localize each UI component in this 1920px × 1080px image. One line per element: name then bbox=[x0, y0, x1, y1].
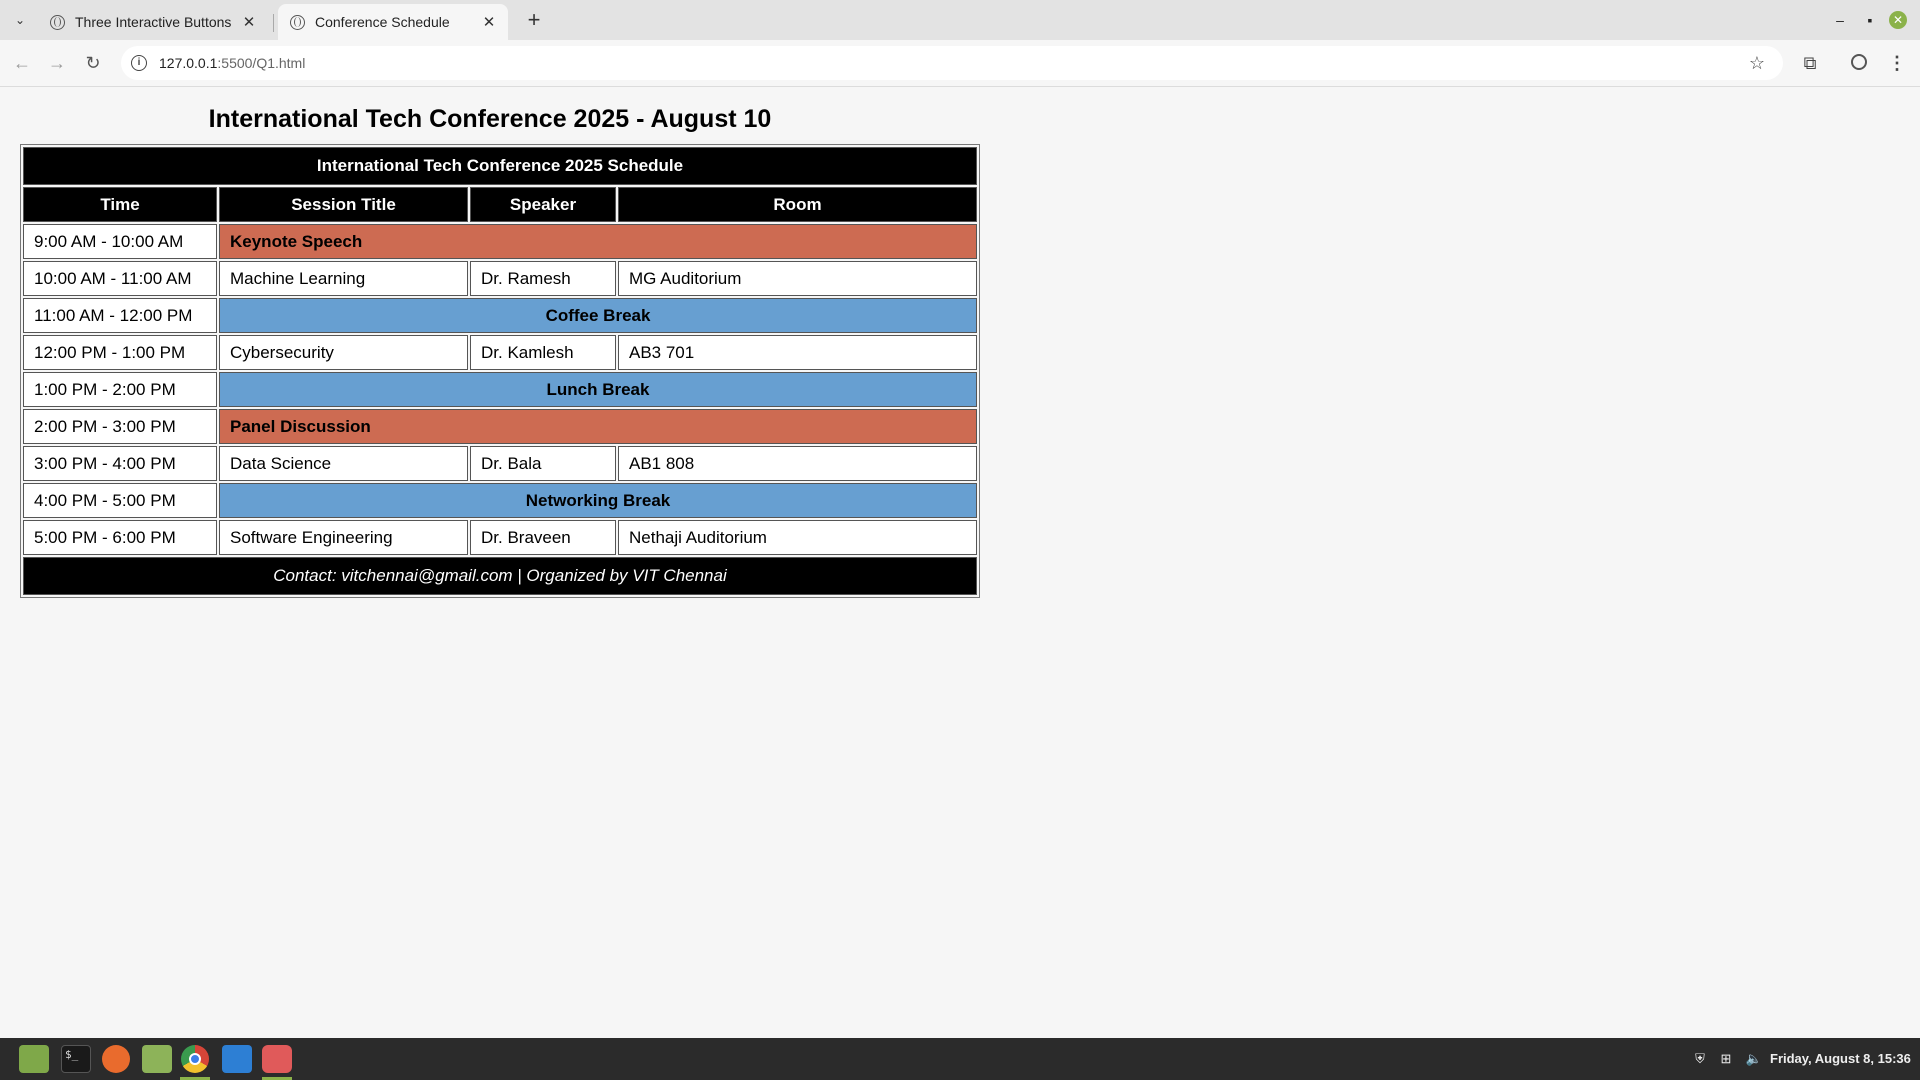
header-speaker: Speaker bbox=[470, 187, 616, 222]
window-close-icon[interactable]: ✕ bbox=[1889, 11, 1907, 29]
table-row: 5:00 PM - 6:00 PM Software Engineering D… bbox=[23, 520, 977, 555]
table-row: 9:00 AM - 10:00 AM Keynote Speech bbox=[23, 224, 977, 259]
os-taskbar: $_ ⛨ ⊞ 🔈 Friday, August 8, 15:36 bbox=[0, 1038, 1920, 1080]
reload-icon[interactable]: ↻ bbox=[79, 49, 107, 77]
time-cell: 12:00 PM - 1:00 PM bbox=[23, 335, 217, 370]
merged-break-cell: Networking Break bbox=[219, 483, 977, 518]
room-cell: AB1 808 bbox=[618, 446, 977, 481]
time-cell: 1:00 PM - 2:00 PM bbox=[23, 372, 217, 407]
show-desktop-icon[interactable] bbox=[19, 1045, 49, 1073]
time-cell: 2:00 PM - 3:00 PM bbox=[23, 409, 217, 444]
back-arrow-icon[interactable]: ← bbox=[8, 49, 36, 77]
time-cell: 3:00 PM - 4:00 PM bbox=[23, 446, 217, 481]
tab-title: Three Interactive Buttons bbox=[75, 14, 232, 30]
browser-tabstrip: ⌄ Three Interactive Buttons ✕ Conference… bbox=[0, 0, 1920, 40]
profile-avatar-icon[interactable] bbox=[1851, 54, 1867, 70]
speaker-cell: Dr. Bala bbox=[470, 446, 616, 481]
merged-session-cell: Keynote Speech bbox=[219, 224, 977, 259]
tab-conference-schedule[interactable]: Conference Schedule ✕ bbox=[278, 4, 508, 40]
table-row: 1:00 PM - 2:00 PM Lunch Break bbox=[23, 372, 977, 407]
time-cell: 4:00 PM - 5:00 PM bbox=[23, 483, 217, 518]
browser-toolbar: ← → ↻ i 127.0.0.1:5500/Q1.html ☆ ⧉ ⋮ bbox=[0, 40, 1920, 87]
schedule-table: International Tech Conference 2025 Sched… bbox=[20, 144, 980, 598]
session-cell: Software Engineering bbox=[219, 520, 468, 555]
page-viewport: International Tech Conference 2025 - Aug… bbox=[0, 87, 1920, 1038]
window-maximize-icon[interactable]: ▪ bbox=[1858, 8, 1882, 32]
table-row: 11:00 AM - 12:00 PM Coffee Break bbox=[23, 298, 977, 333]
merged-break-cell: Coffee Break bbox=[219, 298, 977, 333]
time-cell: 10:00 AM - 11:00 AM bbox=[23, 261, 217, 296]
vscode-icon[interactable] bbox=[222, 1045, 252, 1073]
merged-break-cell: Lunch Break bbox=[219, 372, 977, 407]
url-host: 127.0.0.1 bbox=[159, 55, 218, 71]
files-folder-icon[interactable] bbox=[142, 1045, 172, 1073]
window-minimize-icon[interactable]: – bbox=[1828, 8, 1852, 32]
close-icon[interactable]: ✕ bbox=[240, 13, 258, 31]
volume-icon[interactable]: 🔈 bbox=[1744, 1038, 1764, 1080]
merged-session-cell: Panel Discussion bbox=[219, 409, 977, 444]
globe-icon bbox=[290, 14, 305, 30]
clock[interactable]: Friday, August 8, 15:36 bbox=[1770, 1038, 1911, 1080]
session-cell: Data Science bbox=[219, 446, 468, 481]
header-room: Room bbox=[618, 187, 977, 222]
tab-title: Conference Schedule bbox=[315, 14, 450, 30]
table-row: 10:00 AM - 11:00 AM Machine Learning Dr.… bbox=[23, 261, 977, 296]
table-row: 12:00 PM - 1:00 PM Cybersecurity Dr. Kam… bbox=[23, 335, 977, 370]
room-cell: AB3 701 bbox=[618, 335, 977, 370]
forward-arrow-icon[interactable]: → bbox=[43, 49, 71, 77]
table-caption: International Tech Conference 2025 Sched… bbox=[23, 147, 977, 185]
header-time: Time bbox=[23, 187, 217, 222]
tab-search-chevron-icon[interactable]: ⌄ bbox=[8, 8, 32, 32]
time-cell: 9:00 AM - 10:00 AM bbox=[23, 224, 217, 259]
bookmark-star-icon[interactable]: ☆ bbox=[1745, 53, 1769, 74]
table-row: 2:00 PM - 3:00 PM Panel Discussion bbox=[23, 409, 977, 444]
page-title: International Tech Conference 2025 - Aug… bbox=[208, 105, 772, 133]
room-cell: MG Auditorium bbox=[618, 261, 977, 296]
globe-icon bbox=[50, 14, 65, 30]
time-cell: 11:00 AM - 12:00 PM bbox=[23, 298, 217, 333]
firefox-icon[interactable] bbox=[102, 1045, 130, 1073]
site-info-icon[interactable]: i bbox=[131, 55, 147, 71]
time-cell: 5:00 PM - 6:00 PM bbox=[23, 520, 217, 555]
chrome-icon[interactable] bbox=[181, 1045, 209, 1073]
room-cell: Nethaji Auditorium bbox=[618, 520, 977, 555]
table-row: 4:00 PM - 5:00 PM Networking Break bbox=[23, 483, 977, 518]
extensions-puzzle-icon[interactable]: ⧉ bbox=[1796, 49, 1824, 77]
new-tab-plus-icon[interactable]: + bbox=[520, 6, 548, 34]
header-session-title: Session Title bbox=[219, 187, 468, 222]
speaker-cell: Dr. Kamlesh bbox=[470, 335, 616, 370]
close-icon[interactable]: ✕ bbox=[480, 13, 498, 31]
speaker-cell: Dr. Ramesh bbox=[470, 261, 616, 296]
tab-three-interactive-buttons[interactable]: Three Interactive Buttons ✕ bbox=[38, 4, 268, 40]
shield-icon[interactable]: ⛨ bbox=[1691, 1038, 1709, 1080]
network-icon[interactable]: ⊞ bbox=[1717, 1038, 1735, 1080]
table-row: 3:00 PM - 4:00 PM Data Science Dr. Bala … bbox=[23, 446, 977, 481]
session-cell: Cybersecurity bbox=[219, 335, 468, 370]
terminal-icon[interactable]: $_ bbox=[61, 1045, 91, 1073]
url-path: :5500/Q1.html bbox=[217, 55, 306, 71]
screen-reader-glasses-icon[interactable] bbox=[262, 1045, 292, 1073]
kebab-menu-icon[interactable]: ⋮ bbox=[1887, 49, 1907, 77]
address-url[interactable]: 127.0.0.1:5500/Q1.html bbox=[159, 55, 1745, 71]
address-bar[interactable]: i 127.0.0.1:5500/Q1.html ☆ bbox=[121, 46, 1783, 80]
header-row: Time Session Title Speaker Room bbox=[23, 187, 977, 222]
speaker-cell: Dr. Braveen bbox=[470, 520, 616, 555]
tab-divider bbox=[273, 14, 274, 32]
table-footer: Contact: vitchennai@gmail.com | Organize… bbox=[23, 557, 977, 595]
session-cell: Machine Learning bbox=[219, 261, 468, 296]
